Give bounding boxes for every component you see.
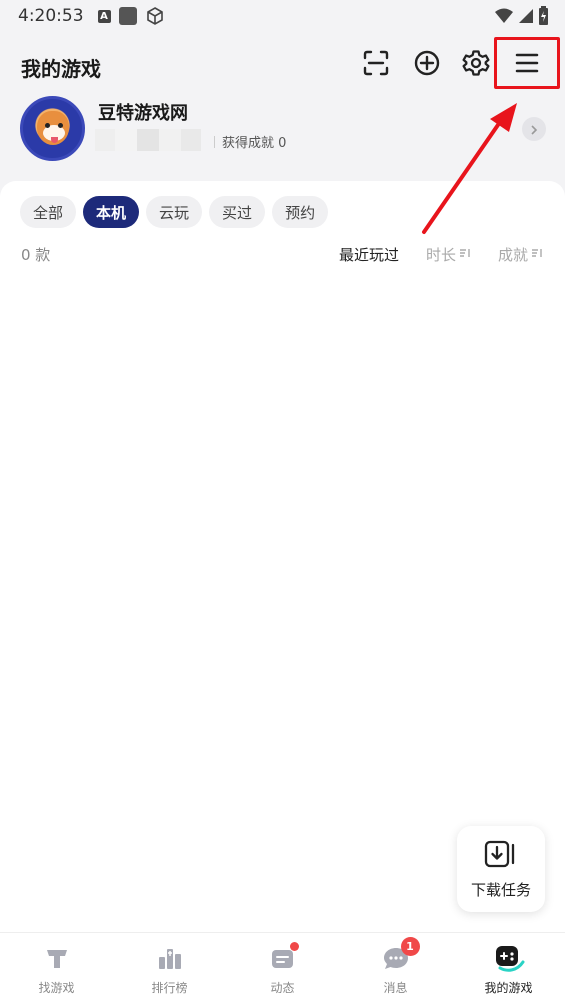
nav-feed[interactable]: 动态 (226, 933, 339, 1004)
my-games-icon (493, 942, 525, 974)
download-icon (484, 839, 518, 873)
filter-purchased[interactable]: 买过 (209, 196, 266, 228)
nav-label: 找游戏 (38, 981, 75, 995)
nav-messages[interactable]: 1 消息 (339, 933, 452, 1004)
sort-order-icon (531, 247, 543, 262)
nav-label: 我的游戏 (484, 981, 533, 995)
sort-achievements-label: 成就 (497, 246, 528, 264)
avatar-eye (45, 123, 50, 128)
nav-ranking[interactable]: 排行榜 (113, 933, 226, 1004)
profile-card[interactable]: 豆特游戏网 获得成就 0 (0, 92, 565, 172)
filter-cloud[interactable]: 云玩 (146, 196, 203, 228)
scan-icon (362, 49, 390, 81)
achievements-count: 获得成就 0 (214, 132, 286, 151)
profile-arrow-button[interactable] (522, 117, 546, 141)
sort-recent[interactable]: 最近玩过 (339, 244, 399, 265)
divider (214, 135, 215, 148)
nav-label: 排行榜 (151, 981, 188, 995)
settings-icon (462, 49, 490, 81)
nav-find-games[interactable]: 找游戏 (0, 933, 113, 1004)
nav-label: 动态 (270, 981, 295, 995)
sort-options: 最近玩过 时长 成就 (339, 244, 543, 265)
font-a-icon: A (97, 9, 111, 23)
find-game-icon (41, 942, 73, 974)
sort-duration[interactable]: 时长 (426, 244, 471, 265)
bottom-nav: 找游戏 排行榜 动态 1 消息 我的游戏 (0, 932, 565, 1004)
blurred-user-id (95, 129, 207, 151)
sort-recent-label: 最近玩过 (338, 246, 399, 264)
sort-duration-label: 时长 (425, 246, 456, 264)
nav-label: 消息 (383, 981, 408, 995)
status-bar: 4:20:53 A (0, 0, 565, 32)
add-circle-icon (413, 49, 441, 81)
settings-button[interactable] (459, 48, 493, 82)
game-count: 0 款 (21, 246, 51, 264)
scan-button[interactable] (359, 48, 393, 82)
battery-icon (538, 6, 549, 30)
avatar-eye (58, 123, 63, 128)
achievements-label: 获得成就 0 (222, 136, 287, 151)
signal-icon (518, 7, 534, 29)
filter-all[interactable]: 全部 (20, 196, 77, 228)
add-button[interactable] (410, 48, 444, 82)
filter-tabs: 全部 本机 云玩 买过 预约 (20, 196, 329, 228)
ranking-icon (154, 942, 186, 974)
avatar[interactable] (20, 96, 85, 161)
message-badge: 1 (400, 937, 420, 956)
page-title: 我的游戏 (21, 57, 101, 81)
sort-order-icon (459, 247, 471, 262)
download-task-label: 下载任务 (470, 880, 531, 899)
menu-highlight-box (494, 37, 560, 89)
wifi-icon (494, 7, 514, 29)
download-task-button[interactable]: 下载任务 (457, 826, 545, 912)
status-time: 4:20:53 (18, 6, 84, 26)
filter-local[interactable]: 本机 (83, 196, 140, 228)
username: 豆特游戏网 (98, 103, 188, 124)
feed-icon (267, 942, 299, 974)
nav-my-games[interactable]: 我的游戏 (452, 933, 565, 1004)
notification-dot (289, 942, 299, 951)
filter-reserved[interactable]: 预约 (272, 196, 329, 228)
game-list-panel: 全部 本机 云玩 买过 预约 0 款 最近玩过 时长 成就 (0, 181, 565, 932)
message-icon: 1 (380, 937, 420, 974)
header: 我的游戏 (0, 36, 565, 96)
square-app-icon (118, 7, 137, 25)
box-icon (145, 6, 165, 26)
chevron-right-icon (529, 120, 539, 139)
sort-achievements[interactable]: 成就 (498, 244, 543, 265)
